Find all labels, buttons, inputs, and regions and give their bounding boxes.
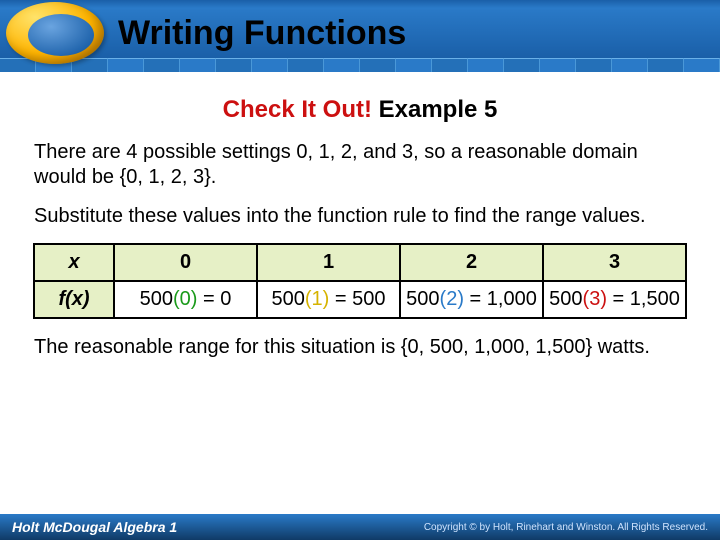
table-cell: 500(3) = 1,500 <box>543 281 686 318</box>
highlight-green: (0) <box>173 288 197 310</box>
subtitle-red: Check It Out! <box>223 96 372 123</box>
function-table: x 0 1 2 3 f(x) 500(0) = 0 500(1) = 500 5… <box>33 243 687 319</box>
table-cell: 0 <box>114 244 257 281</box>
highlight-yellow: (1) <box>305 288 329 310</box>
logo-disc-outer <box>6 2 104 64</box>
copyright-label: Copyright © by Holt, Rinehart and Winsto… <box>424 522 708 533</box>
paragraph-range: The reasonable range for this situation … <box>34 335 686 360</box>
paragraph-domain: There are 4 possible settings 0, 1, 2, a… <box>34 140 686 190</box>
table-cell: 500(1) = 500 <box>257 281 400 318</box>
logo-disc-inner <box>28 14 94 56</box>
table-cell: 500(2) = 1,000 <box>400 281 543 318</box>
highlight-blue: (2) <box>440 288 464 310</box>
header-band-top <box>0 0 720 8</box>
table-cell: 500(0) = 0 <box>114 281 257 318</box>
highlight-red: (3) <box>583 288 607 310</box>
header-blocks <box>0 58 720 72</box>
paragraph-substitute: Substitute these values into the functio… <box>34 204 686 229</box>
slide-footer: Holt McDougal Algebra 1 Copyright © by H… <box>0 514 720 540</box>
row-label-x: x <box>34 244 114 281</box>
table-row: x 0 1 2 3 <box>34 244 686 281</box>
publisher-label: Holt McDougal Algebra 1 <box>12 519 177 535</box>
table-cell: 3 <box>543 244 686 281</box>
row-label-fx: f(x) <box>34 281 114 318</box>
page-title: Writing Functions <box>118 14 406 53</box>
subtitle-black: Example 5 <box>372 96 497 123</box>
table-cell: 1 <box>257 244 400 281</box>
slide-header: Writing Functions <box>0 0 720 72</box>
example-subtitle: Check It Out! Example 5 <box>24 96 696 124</box>
table-row: f(x) 500(0) = 0 500(1) = 500 500(2) = 1,… <box>34 281 686 318</box>
slide-content: Check It Out! Example 5 There are 4 poss… <box>0 72 720 360</box>
table-cell: 2 <box>400 244 543 281</box>
